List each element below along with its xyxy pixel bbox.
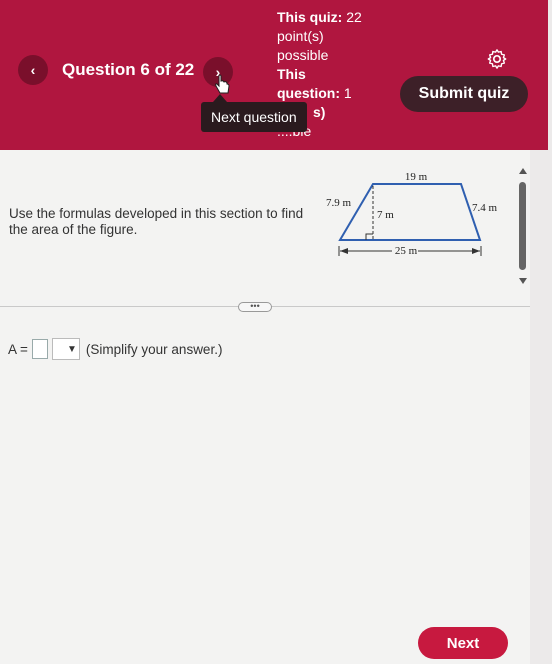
next-question-tooltip: Next question <box>201 102 307 132</box>
quiz-header: ‹ Question 6 of 22 › This quiz: 22 point… <box>0 0 548 150</box>
question-counter: Question 6 of 22 <box>62 60 195 79</box>
figure-left-label: 7.9 m <box>326 197 352 209</box>
scroll-down-icon[interactable] <box>519 278 527 284</box>
scroll-up-icon[interactable] <box>519 168 527 174</box>
scrollbar[interactable] <box>516 160 530 290</box>
figure-top-label: 19 m <box>405 171 428 183</box>
trapezoid-figure: 19 m 7.9 m 7 m 7.4 m 25 m <box>326 171 498 257</box>
submit-quiz-button[interactable]: Submit quiz <box>400 76 528 112</box>
answer-hint: (Simplify your answer.) <box>85 341 223 357</box>
hand-cursor-icon <box>215 74 230 94</box>
unit-dropdown[interactable]: ▼ <box>51 338 80 360</box>
dropdown-arrow-icon: ▼ <box>67 343 77 355</box>
question-panel: Use the formulas developed in this secti… <box>0 150 530 664</box>
figure-height-label: 7 m <box>377 209 394 221</box>
answer-input[interactable] <box>31 339 48 359</box>
next-button[interactable]: Next <box>418 627 508 659</box>
chevron-left-icon: ‹ <box>30 62 36 78</box>
question-prompt: Use the formulas developed in this secti… <box>9 206 304 237</box>
previous-question-button[interactable]: ‹ <box>18 55 48 85</box>
more-options-button[interactable]: ••• <box>238 302 272 312</box>
figure-bottom-label: 25 m <box>395 245 418 257</box>
gear-icon[interactable] <box>486 48 508 70</box>
figure-right-label: 7.4 m <box>472 202 498 214</box>
answer-label: A = <box>8 341 28 357</box>
answer-row: A = ▼ (Simplify your answer.) <box>8 338 222 360</box>
scroll-thumb[interactable] <box>519 182 526 270</box>
